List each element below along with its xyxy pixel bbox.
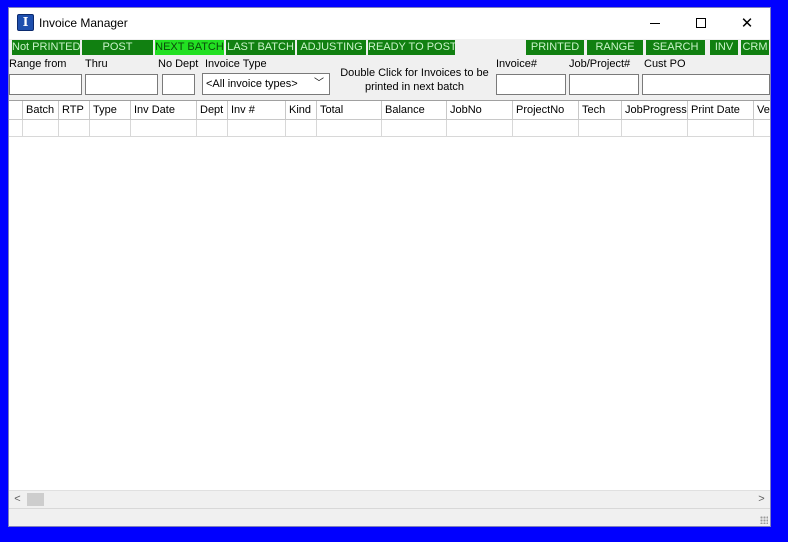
resize-grip-icon[interactable] xyxy=(760,516,768,524)
row-selector-header xyxy=(9,101,23,120)
range-button[interactable]: RANGE xyxy=(587,40,643,55)
column-header-batch[interactable]: Batch xyxy=(23,101,59,120)
range-from-input[interactable] xyxy=(9,74,82,95)
invoice-manager-window: I Invoice Manager ✕ Not PRINTED POST NEX… xyxy=(8,7,771,527)
adjusting-button[interactable]: ADJUSTING xyxy=(297,40,366,55)
column-header-print-date[interactable]: Print Date xyxy=(688,101,754,120)
column-header-ve[interactable]: Ve xyxy=(754,101,770,120)
invoice-type-label: Invoice Type xyxy=(205,58,267,70)
horizontal-scrollbar[interactable]: < > xyxy=(9,490,770,507)
invoice-type-value: <All invoice types> xyxy=(206,78,298,90)
job-project-label: Job/Project# xyxy=(569,58,631,70)
column-header-inv-number[interactable]: Inv # xyxy=(228,101,286,120)
minimize-icon xyxy=(650,22,660,24)
next-batch-hint: Double Click for Invoices to be printed … xyxy=(340,67,489,93)
next-batch-button[interactable]: NEXT BATCH xyxy=(155,40,224,55)
invoice-number-label: Invoice# xyxy=(496,58,537,70)
inv-button[interactable]: INV xyxy=(710,40,738,55)
column-header-balance[interactable]: Balance xyxy=(382,101,447,120)
scrollbar-thumb[interactable] xyxy=(27,493,44,506)
column-header-tech[interactable]: Tech xyxy=(579,101,622,120)
column-header-type[interactable]: Type xyxy=(90,101,131,120)
range-from-label: Range from xyxy=(9,58,67,70)
ready-to-post-button[interactable]: READY TO POST xyxy=(368,40,455,55)
column-header-jobno[interactable]: JobNo xyxy=(447,101,513,120)
printed-button[interactable]: PRINTED xyxy=(526,40,584,55)
not-printed-button[interactable]: Not PRINTED xyxy=(12,40,80,55)
job-project-input[interactable] xyxy=(569,74,639,95)
no-dept-input[interactable] xyxy=(162,74,195,95)
maximize-icon xyxy=(696,18,706,28)
invoice-manager-app-icon: I xyxy=(17,14,34,31)
chevron-down-icon: ﹀ xyxy=(314,78,324,89)
cust-po-input[interactable] xyxy=(642,74,770,95)
column-header-inv-date[interactable]: Inv Date xyxy=(131,101,197,120)
arrow-left-icon[interactable]: < xyxy=(9,491,26,508)
column-header-total[interactable]: Total xyxy=(317,101,382,120)
close-icon: ✕ xyxy=(740,13,754,32)
crm-button[interactable]: CRM xyxy=(741,40,769,55)
thru-label: Thru xyxy=(85,58,108,70)
maximize-button[interactable] xyxy=(678,8,724,38)
invoice-type-select[interactable]: <All invoice types> ﹀ xyxy=(202,73,330,95)
column-header-rtp[interactable]: RTP xyxy=(59,101,90,120)
last-batch-button[interactable]: LAST BATCH xyxy=(226,40,295,55)
search-button[interactable]: SEARCH xyxy=(646,40,705,55)
status-bar xyxy=(9,508,770,526)
grid-header: Batch RTP Type Inv Date Dept Inv # Kind … xyxy=(9,101,770,120)
window-title: Invoice Manager xyxy=(39,16,128,30)
cust-po-label: Cust PO xyxy=(644,58,686,70)
close-button[interactable]: ✕ xyxy=(724,8,770,38)
minimize-button[interactable] xyxy=(632,8,678,38)
column-header-projectno[interactable]: ProjectNo xyxy=(513,101,579,120)
invoice-grid[interactable]: Batch RTP Type Inv Date Dept Inv # Kind … xyxy=(9,100,770,490)
title-bar: I Invoice Manager ✕ xyxy=(9,8,770,39)
status-button-bar: Not PRINTED POST NEXT BATCH LAST BATCH A… xyxy=(12,40,770,55)
post-button[interactable]: POST xyxy=(82,40,153,55)
invoice-number-input[interactable] xyxy=(496,74,566,95)
thru-input[interactable] xyxy=(85,74,158,95)
no-dept-label: No Dept xyxy=(158,58,199,70)
table-row[interactable] xyxy=(9,120,770,137)
column-header-jobprogress[interactable]: JobProgress xyxy=(622,101,688,120)
arrow-right-icon[interactable]: > xyxy=(753,491,770,508)
column-header-dept[interactable]: Dept xyxy=(197,101,228,120)
column-header-kind[interactable]: Kind xyxy=(286,101,317,120)
